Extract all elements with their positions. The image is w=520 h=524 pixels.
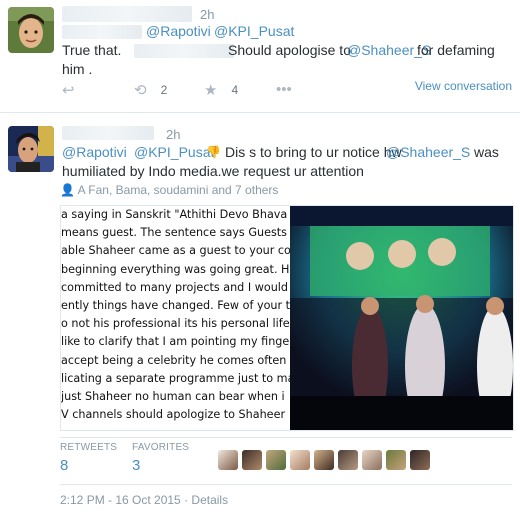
retweets-stat[interactable]: RETWEETS 8 (60, 442, 117, 474)
person-icon: 👤 (60, 183, 75, 197)
image-text-line: ently things have changed. Few of your t (61, 299, 291, 313)
redacted-mention (134, 44, 234, 58)
tweet-time[interactable]: 2h (200, 7, 214, 22)
tweet-text-end-2: him . (62, 61, 93, 77)
mention-kpi-pusat[interactable]: @KPI_Pusat (134, 143, 214, 162)
image-text-line: committed to many projects and I would (61, 280, 288, 294)
tweet-timestamp-row: 2:12 PM - 16 Oct 2015 · Details (60, 493, 228, 507)
image-text-line: able Shaheer came as a guest to your cou (61, 244, 291, 258)
retweet-button[interactable]: ⟲ 2 (134, 81, 167, 99)
mention-rapotivi[interactable]: @Rapotivi (146, 22, 211, 41)
avatar[interactable] (8, 7, 54, 53)
image-text-line: o not his professional its his personal … (61, 317, 290, 331)
favorites-value: 3 (132, 457, 141, 474)
image-text-line: like to clarify that I am pointing my fi… (61, 335, 290, 349)
tweet-text-middle: Should apologise to (228, 42, 351, 58)
avatar[interactable] (266, 450, 286, 470)
image-text-line: accept being a celebrity he comes often (61, 353, 287, 367)
favorite-button[interactable]: ★ 4 (204, 81, 238, 99)
reply-icon: ↩ (62, 82, 75, 99)
retweet-count: 2 (160, 83, 168, 97)
avatar[interactable] (218, 450, 238, 470)
divider (60, 484, 512, 485)
social-context-text: A Fan, Bama, soudamini and 7 others (77, 183, 279, 197)
avatar[interactable] (386, 450, 406, 470)
retweet-icon: ⟲ (134, 82, 147, 99)
more-button[interactable]: ••• (276, 81, 292, 98)
divider (60, 437, 512, 438)
favoriter-avatars (218, 450, 430, 470)
avatar[interactable] (242, 450, 262, 470)
avatar[interactable] (8, 126, 54, 172)
author-name[interactable] (62, 126, 154, 140)
tweet-reply-1: 2h @Rapotivi @KPI_Pusat True that. Shoul… (0, 0, 520, 113)
tweet-text: @Rapotivi @KPI_Pusat True that. Should a… (62, 22, 512, 79)
tweet-text-part1: Dis s to bring to ur notice hw (225, 144, 402, 160)
image-text-line: V channels should apologize to Shaheer (61, 408, 286, 422)
star-icon: ★ (204, 82, 218, 99)
redacted-mention (62, 25, 142, 39)
attached-image[interactable]: a saying in Sanskrit "Athithi Devo Bhava… (60, 205, 514, 431)
image-text-line: just Shaheer no human can bear when i (61, 390, 285, 404)
retweets-label: RETWEETS (60, 442, 118, 453)
tweet-text-end-1: for defaming (417, 42, 495, 58)
favorites-stat[interactable]: FAVORITES 3 (132, 442, 189, 474)
author-name[interactable] (62, 6, 192, 22)
tweet-text-start: True that. (62, 42, 122, 58)
details-link[interactable]: Details (191, 493, 228, 507)
reply-button[interactable]: ↩ (62, 81, 75, 99)
tweet-text: @Rapotivi @KPI_Pusat 👎 Dis s to bring to… (62, 143, 512, 181)
avatar[interactable] (314, 450, 334, 470)
stage-photo (290, 206, 513, 430)
social-context[interactable]: 👤 A Fan, Bama, soudamini and 7 others (60, 183, 278, 197)
tweet-text-was: was (474, 144, 499, 160)
tweet-text-part2: humiliated by Indo media.we request ur a… (62, 163, 364, 179)
image-text-line: a saying in Sanskrit "Athithi Devo Bhava (61, 208, 288, 221)
mention-shaheer[interactable]: @Shaheer_S (386, 143, 470, 162)
mention-kpi-pusat[interactable]: @KPI_Pusat (214, 22, 294, 41)
emoji: 👎 (206, 145, 221, 159)
image-text-line: means guest. The sentence says Guests (61, 226, 288, 240)
timestamp[interactable]: 2:12 PM - 16 Oct 2015 (60, 493, 181, 507)
favorites-label: FAVORITES (132, 442, 190, 453)
mention-rapotivi[interactable]: @Rapotivi (62, 143, 127, 162)
tweet-stats: RETWEETS 8 FAVORITES 3 (60, 442, 512, 482)
avatar[interactable] (410, 450, 430, 470)
avatar[interactable] (338, 450, 358, 470)
retweets-value: 8 (60, 457, 69, 474)
image-text-line: licating a separate programme just to ma (61, 371, 291, 385)
image-letter-text: a saying in Sanskrit "Athithi Devo Bhava… (61, 206, 291, 430)
tweet-time[interactable]: 2h (166, 127, 180, 142)
more-icon: ••• (276, 81, 292, 98)
view-conversation-link[interactable]: View conversation (415, 79, 512, 93)
image-text-line: beginning everything was going great. He (61, 262, 291, 276)
avatar[interactable] (362, 450, 382, 470)
favorite-count: 4 (231, 83, 239, 97)
avatar[interactable] (290, 450, 310, 470)
